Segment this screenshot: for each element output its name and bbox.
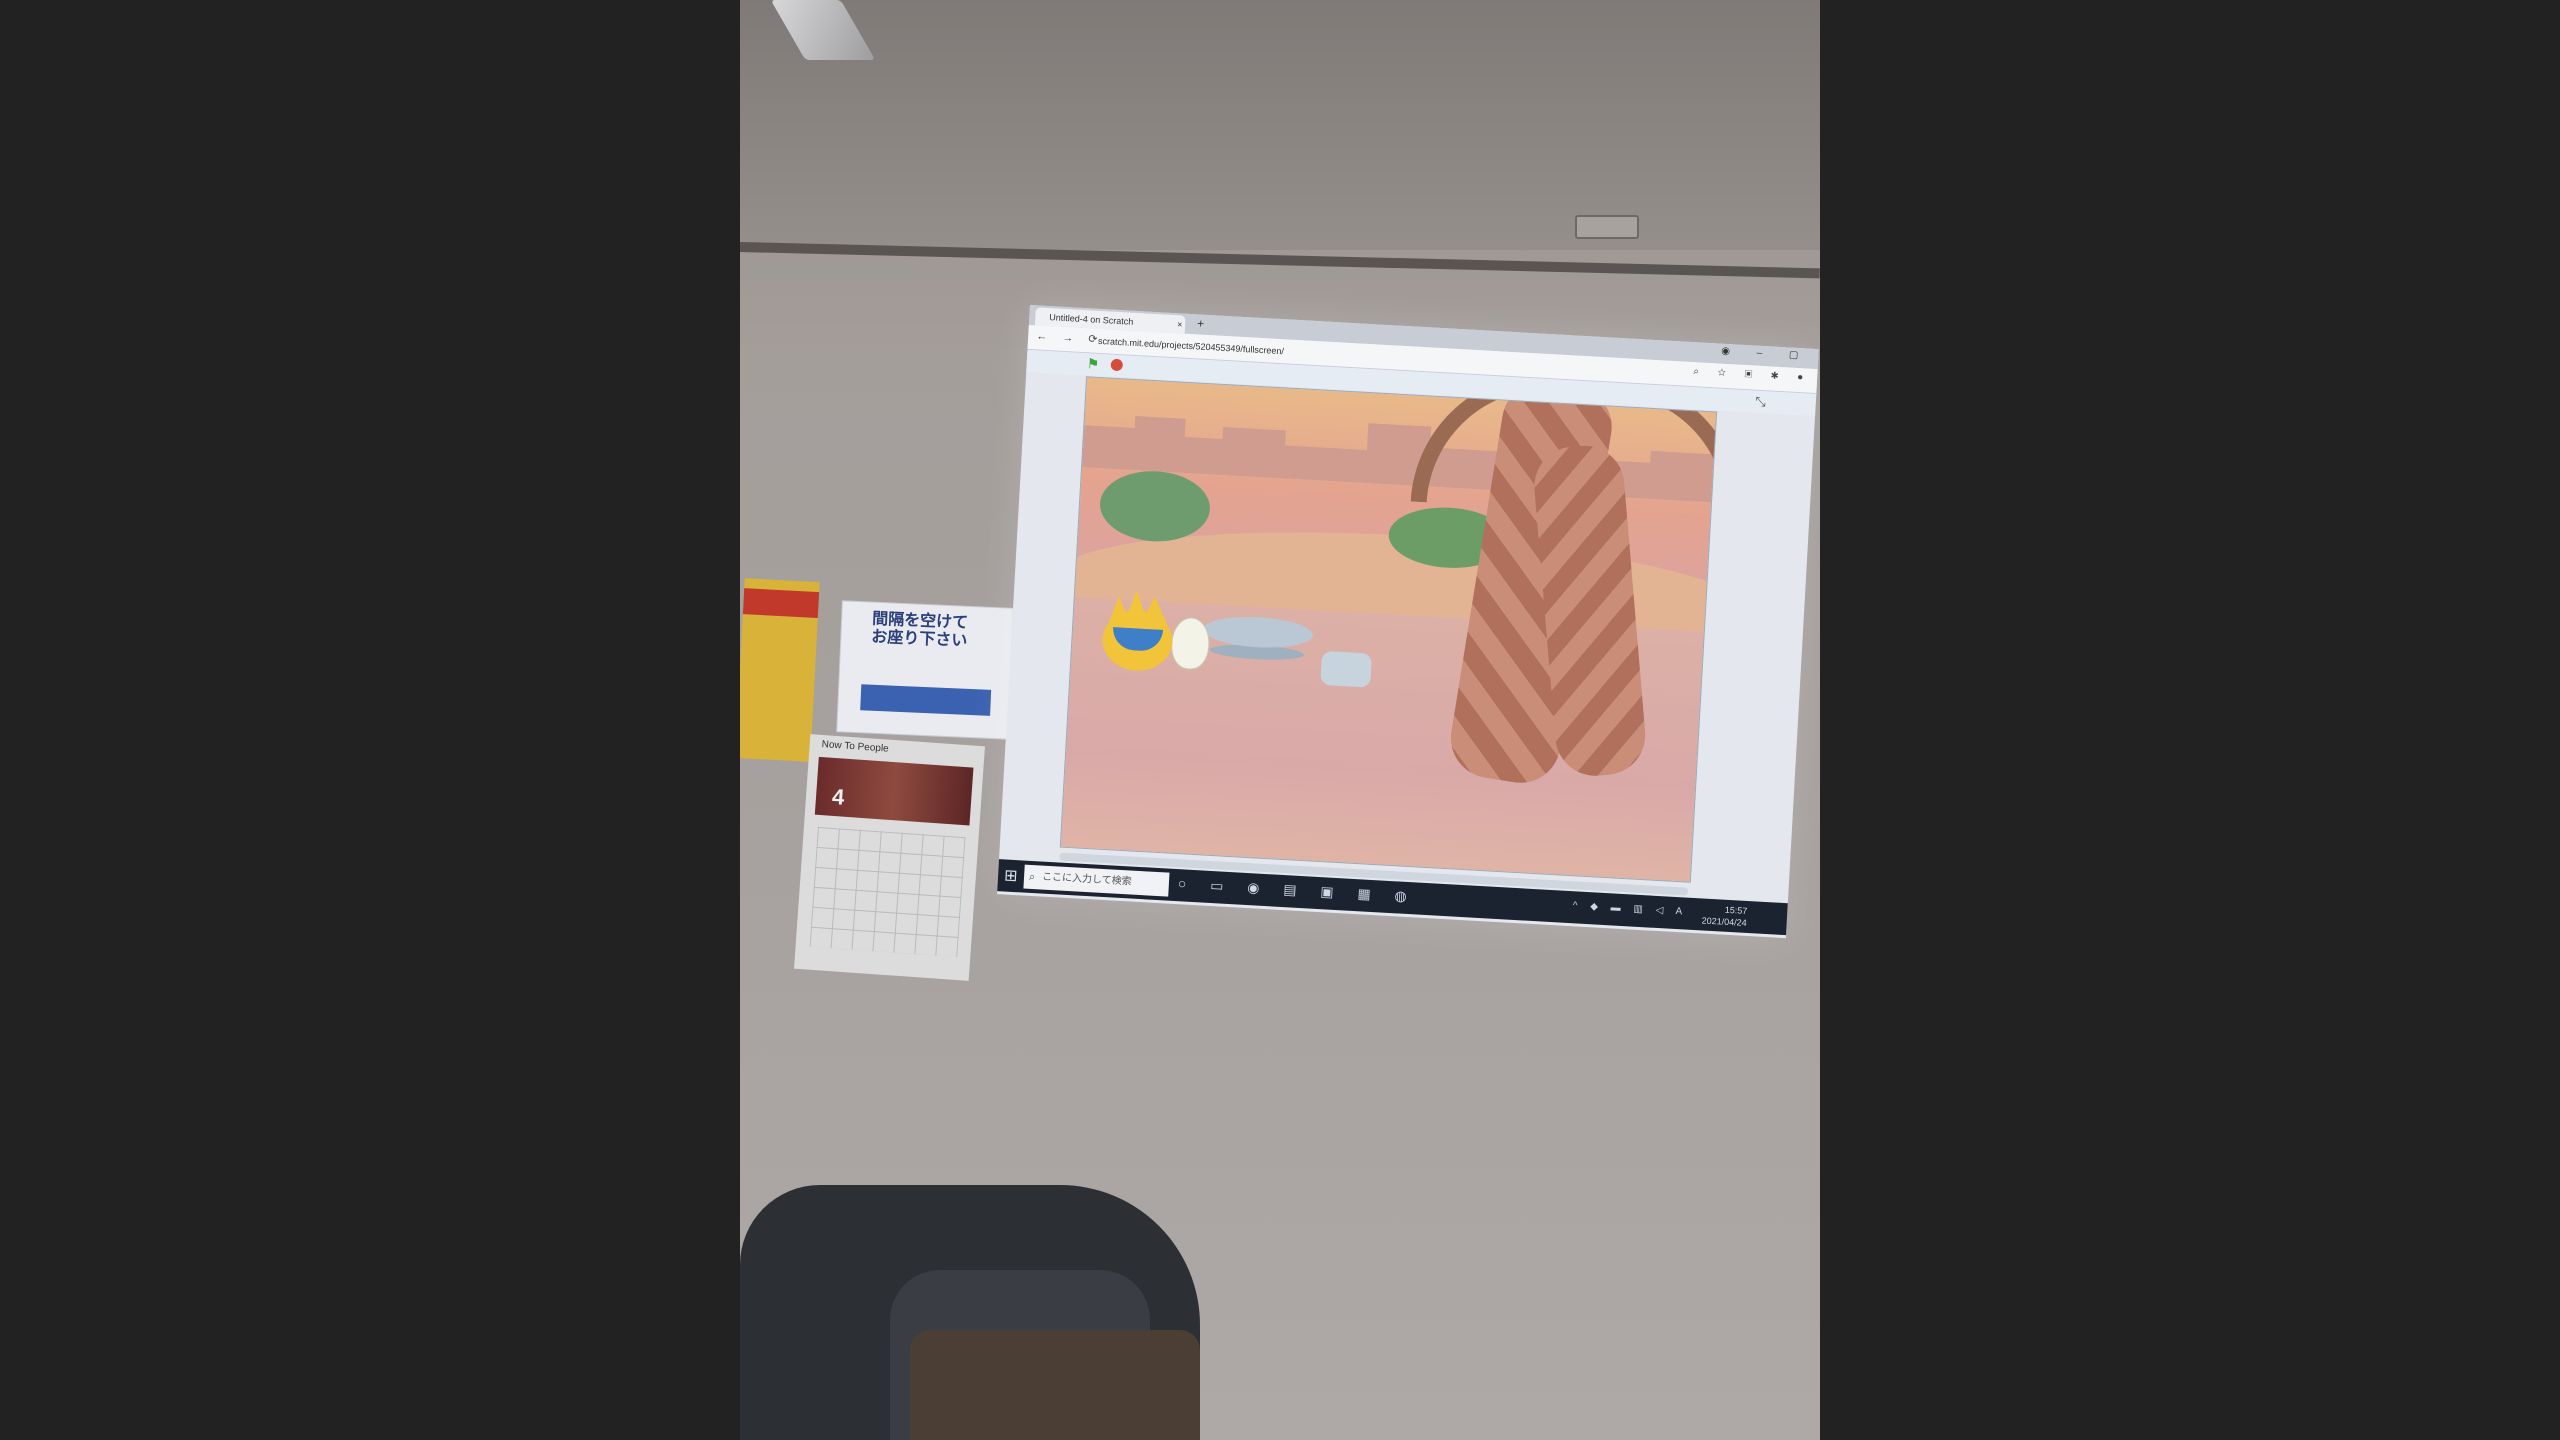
character-sprite[interactable] [1090, 588, 1185, 683]
stop-button[interactable] [1110, 358, 1124, 372]
taskbar-clock[interactable]: 15:57 2021/04/24 [1701, 902, 1747, 928]
scratch-stage[interactable] [1059, 376, 1718, 883]
distancing-poster: 間隔を空けて お座り下さい [837, 601, 1013, 739]
letterbox-right [1820, 0, 2560, 1440]
exit-fullscreen-icon[interactable]: ⤡ [1755, 394, 1766, 411]
taskbar-search-input[interactable]: ⌕ ここに入力して検索 [1023, 864, 1170, 897]
search-icon: ⌕ [1028, 870, 1036, 884]
taskbar-app-icons[interactable]: ○ ▭ ◉ ▤ ▣ ▦ ◍ [1177, 875, 1418, 905]
projected-screen: Untitled-4 on Scratch × + ◉ – ▢ ← → ⟳ sc… [997, 305, 1819, 939]
ceiling-vent [1575, 215, 1639, 239]
ceiling [740, 0, 1820, 250]
system-tray-icons[interactable]: ^ ◆ ▬ ▥ ◁ A [1572, 900, 1687, 917]
browser-toolbar-icons[interactable]: ⌕ ☆ ▣ ✱ ● [1693, 366, 1811, 384]
calendar-month: 4 [831, 783, 846, 810]
new-tab-button[interactable]: + [1197, 316, 1205, 330]
wall-calendar: Now To People 4 [794, 734, 985, 981]
yellow-poster [740, 578, 820, 762]
calendar-title: Now To People [821, 739, 890, 755]
window-controls[interactable]: ◉ – ▢ [1721, 346, 1811, 362]
green-flag-icon[interactable]: ⚑ [1086, 355, 1101, 372]
calendar-grid [809, 826, 966, 957]
start-icon[interactable]: ⊞ [1004, 865, 1019, 886]
navigation-buttons[interactable]: ← → ⟳ [1036, 329, 1104, 346]
trees-left [1098, 468, 1212, 545]
calendar-photo: 4 [814, 756, 974, 826]
distancing-poster-text: 間隔を空けて お座り下さい [871, 610, 969, 650]
tab-close-icon[interactable]: × [1177, 315, 1183, 333]
bench-illustration [860, 684, 992, 716]
search-placeholder: ここに入力して検索 [1041, 871, 1132, 888]
clock-date: 2021/04/24 [1701, 915, 1747, 928]
park-stool [1320, 650, 1373, 688]
tab-title: Untitled-4 on Scratch [1049, 312, 1134, 327]
wooden-box [910, 1330, 1200, 1440]
letterbox-left [0, 0, 740, 1440]
room-photo: 間隔を空けて お座り下さい Now To People 4 Untitled-4… [740, 0, 1820, 1440]
